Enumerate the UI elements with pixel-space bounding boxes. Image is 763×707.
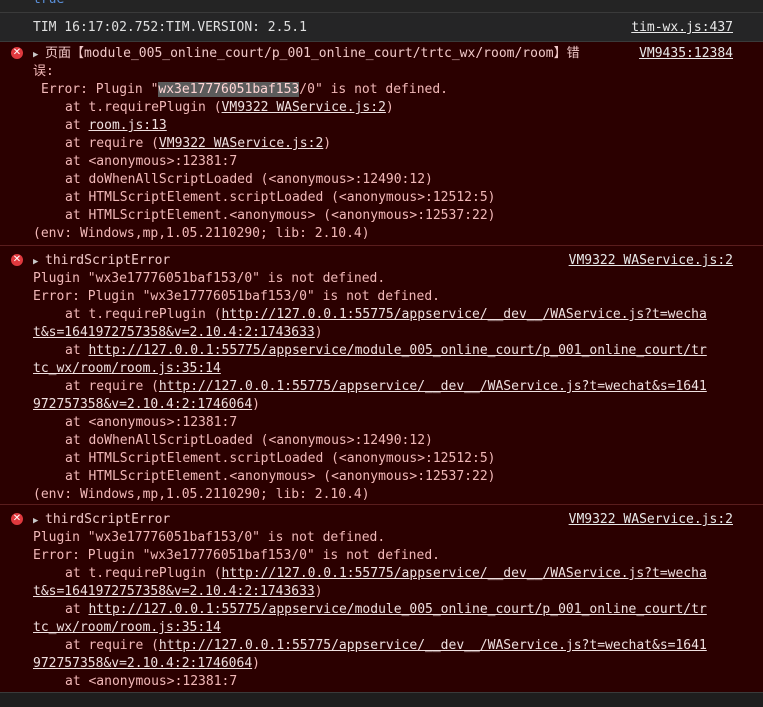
- error-x-icon: ✕: [11, 254, 23, 266]
- stack-frame: at http://127.0.0.1:55775/appservice/mod…: [65, 343, 707, 358]
- stack-frame: at require (http://127.0.0.1:55775/appse…: [65, 379, 707, 394]
- stack-frame: at t.requirePlugin (http://127.0.0.1:557…: [65, 307, 707, 322]
- stack-link[interactable]: tc_wx/room/room.js:35:14: [33, 620, 221, 635]
- error-message: Error: Plugin "wx3e17776051baf153/0" is …: [33, 548, 440, 563]
- stack-link[interactable]: t&s=1641972757358&v=2.10.4:2:1743633: [33, 584, 315, 599]
- stack-link[interactable]: http://127.0.0.1:55775/appservice/__dev_…: [222, 307, 707, 322]
- stack-frame: at doWhenAllScriptLoaded (<anonymous>:12…: [65, 172, 433, 187]
- status-bar: [0, 692, 763, 707]
- stack-frame-wrap: tc_wx/room/room.js:35:14: [33, 360, 221, 378]
- error-line: Plugin "wx3e17776051baf153/0" is not def…: [33, 530, 386, 545]
- source-link[interactable]: VM9435:12384: [639, 45, 733, 63]
- log-value-true: true: [33, 0, 64, 9]
- error-x-icon: ✕: [11, 513, 23, 525]
- stack-frame-wrap: 972757358&v=2.10.4:2:1746064): [33, 397, 260, 412]
- console-log-info: TIM 16:17:02.752:TIM.VERSION: 2.5.1 tim-…: [0, 12, 763, 42]
- stack-frame: at <anonymous>:12381:7: [65, 415, 238, 430]
- stack-link[interactable]: VM9322 WAService.js:2: [222, 100, 386, 115]
- triangle-right-icon[interactable]: ▶: [33, 512, 38, 530]
- console-error-1: ✕ ▶ 页面【module_005_online_court/p_001_onl…: [0, 42, 763, 246]
- error-title[interactable]: thirdScriptError: [45, 252, 170, 270]
- console-error-2: ✕ ▶ thirdScriptError VM9322 WAService.js…: [0, 246, 763, 505]
- stack-link[interactable]: http://127.0.0.1:55775/appservice/module…: [88, 343, 706, 358]
- stack-frame: at <anonymous>:12381:7: [65, 674, 238, 689]
- stack-frame: at t.requirePlugin (http://127.0.0.1:557…: [65, 566, 707, 581]
- stack-frame: at HTMLScriptElement.<anonymous> (<anony…: [65, 469, 496, 484]
- stack-link[interactable]: t&s=1641972757358&v=2.10.4:2:1743633: [33, 325, 315, 340]
- stack-frame-wrap: t&s=1641972757358&v=2.10.4:2:1743633): [33, 584, 323, 599]
- stack-link[interactable]: http://127.0.0.1:55775/appservice/module…: [88, 602, 706, 617]
- stack-link[interactable]: 972757358&v=2.10.4:2:1746064: [33, 397, 252, 412]
- selected-text: wx3e17776051baf153: [158, 82, 300, 97]
- stack-frame-wrap: 972757358&v=2.10.4:2:1746064): [33, 656, 260, 671]
- env-info: (env: Windows,mp,1.05.2110290; lib: 2.10…: [33, 487, 370, 502]
- stack-frame: at HTMLScriptElement.<anonymous> (<anony…: [65, 208, 496, 223]
- stack-frame: at t.requirePlugin (VM9322 WAService.js:…: [65, 100, 394, 115]
- stack-frame: at HTMLScriptElement.scriptLoaded (<anon…: [65, 190, 496, 205]
- source-link[interactable]: VM9322 WAService.js:2: [569, 252, 733, 270]
- stack-frame-wrap: tc_wx/room/room.js:35:14: [33, 619, 221, 637]
- stack-link[interactable]: http://127.0.0.1:55775/appservice/__dev_…: [222, 566, 707, 581]
- env-info: (env: Windows,mp,1.05.2110290; lib: 2.10…: [33, 226, 370, 241]
- previous-log-fragment: true: [0, 0, 763, 12]
- stack-link[interactable]: 972757358&v=2.10.4:2:1746064: [33, 656, 252, 671]
- triangle-right-icon[interactable]: ▶: [33, 46, 38, 64]
- stack-link[interactable]: http://127.0.0.1:55775/appservice/__dev_…: [159, 379, 707, 394]
- source-link[interactable]: tim-wx.js:437: [631, 19, 733, 37]
- error-line: Plugin "wx3e17776051baf153/0" is not def…: [33, 271, 386, 286]
- error-x-icon: ✕: [11, 47, 23, 59]
- stack-frame-wrap: t&s=1641972757358&v=2.10.4:2:1743633): [33, 325, 323, 340]
- stack-frame: at room.js:13: [65, 118, 167, 133]
- log-message: TIM 16:17:02.752:TIM.VERSION: 2.5.1: [33, 20, 307, 35]
- stack-link[interactable]: http://127.0.0.1:55775/appservice/__dev_…: [159, 638, 707, 653]
- stack-link[interactable]: room.js:13: [88, 118, 166, 133]
- error-message: Error: Plugin "wx3e17776051baf153/0" is …: [41, 82, 449, 97]
- triangle-right-icon[interactable]: ▶: [33, 253, 38, 271]
- source-link[interactable]: VM9322 WAService.js:2: [569, 511, 733, 529]
- error-title[interactable]: thirdScriptError: [45, 511, 170, 529]
- stack-frame: at http://127.0.0.1:55775/appservice/mod…: [65, 602, 707, 617]
- console-error-3: ✕ ▶ thirdScriptError VM9322 WAService.js…: [0, 505, 763, 692]
- stack-frame: at require (http://127.0.0.1:55775/appse…: [65, 638, 707, 653]
- error-title[interactable]: 页面【module_005_online_court/p_001_online_…: [45, 45, 580, 63]
- stack-link[interactable]: VM9322 WAService.js:2: [159, 136, 323, 151]
- stack-frame: at doWhenAllScriptLoaded (<anonymous>:12…: [65, 433, 433, 448]
- stack-frame: at HTMLScriptElement.scriptLoaded (<anon…: [65, 451, 496, 466]
- error-title-cont: 误:: [33, 64, 54, 79]
- stack-link[interactable]: tc_wx/room/room.js:35:14: [33, 361, 221, 376]
- stack-frame: at <anonymous>:12381:7: [65, 154, 238, 169]
- stack-frame: at require (VM9322 WAService.js:2): [65, 136, 332, 151]
- error-message: Error: Plugin "wx3e17776051baf153/0" is …: [33, 289, 440, 304]
